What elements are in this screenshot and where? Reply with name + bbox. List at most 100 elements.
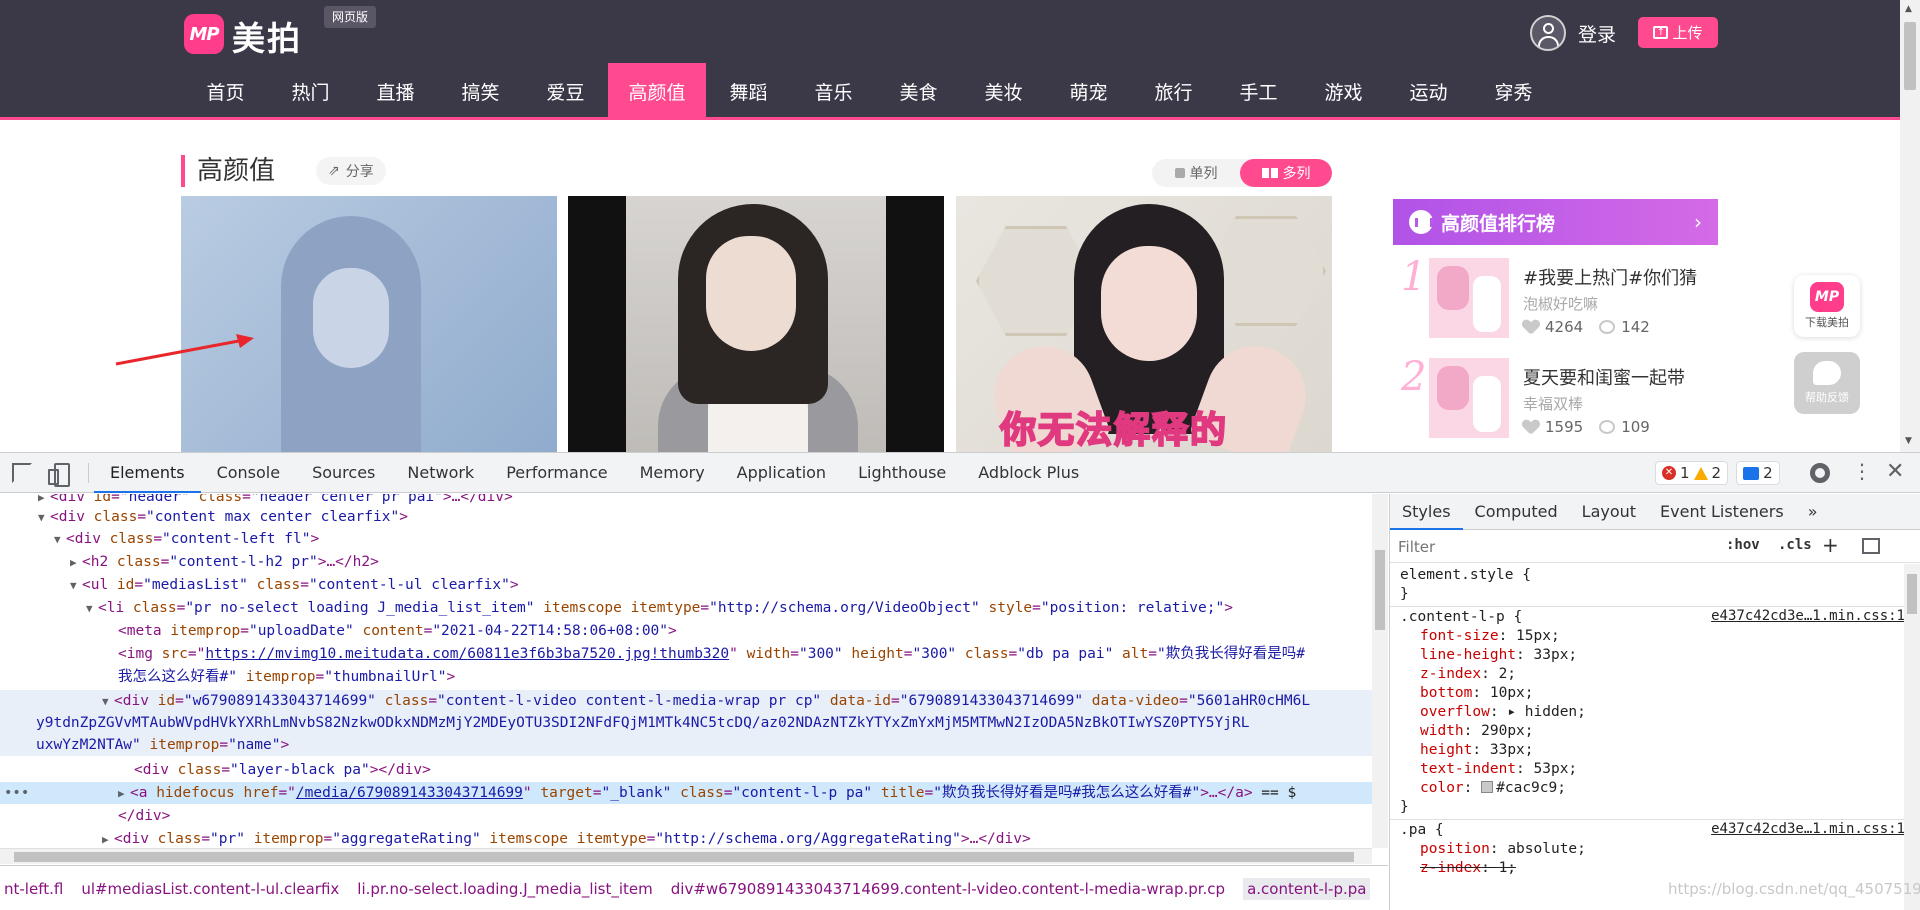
css-declaration[interactable]: text-indent: 53px; (1400, 760, 1577, 779)
dom-node[interactable]: ▼ <li class="pr no-select loading J_media… (0, 597, 1372, 619)
more-tabs-icon[interactable]: » (1796, 494, 1830, 530)
toggle-sidebar-icon[interactable] (1862, 538, 1880, 554)
tab-console[interactable]: Console (201, 453, 297, 493)
multi-column-button[interactable]: 多列 (1240, 159, 1332, 187)
rule-source-link[interactable]: e437c42cd3e…1.min.css:1 (1711, 608, 1905, 624)
dom-link[interactable]: https://mvimg10.meitudata.com/60811e3f6b… (205, 646, 729, 662)
nav-item[interactable]: 首页 (183, 63, 268, 119)
new-rule-icon[interactable]: + (1822, 533, 1839, 557)
nav-item[interactable]: 搞笑 (438, 63, 523, 119)
nav-item[interactable]: 萌宠 (1046, 63, 1131, 119)
dom-node[interactable]: ▼ <div class="content max center clearfix… (0, 506, 1372, 528)
meipai-logo[interactable]: MP (184, 14, 224, 54)
dom-node[interactable]: <img src="https://mvimg10.meitudata.com/… (0, 643, 1372, 665)
more-dots-icon[interactable]: ••• (4, 782, 29, 804)
breadcrumb-item[interactable]: ul#mediasList.content-l-ul.clearfix (81, 880, 339, 898)
login-link[interactable]: 登录 (1578, 20, 1616, 47)
issues-counter[interactable]: ✕ 1 2 2 (1655, 461, 1780, 485)
css-declaration[interactable]: height: 33px; (1400, 741, 1534, 760)
nav-item[interactable]: 运动 (1386, 63, 1471, 119)
dom-horizontal-scrollbar[interactable] (0, 848, 1372, 864)
more-options-icon[interactable]: ⋮ (1852, 461, 1872, 481)
dom-node[interactable]: ▼ <div class="content-left fl"> (0, 528, 1372, 550)
rule-source-link[interactable]: e437c42cd3e…1.min.css:1 (1711, 821, 1905, 837)
share-button[interactable]: ⇗ 分享 (316, 157, 386, 185)
nav-item-active[interactable]: 高颜值 (608, 63, 706, 119)
tab-event-listeners[interactable]: Event Listeners (1648, 494, 1796, 530)
nav-item[interactable]: 直播 (353, 63, 438, 119)
ranking-header[interactable]: 高颜值排行榜 › (1393, 199, 1718, 245)
tab-performance[interactable]: Performance (490, 453, 623, 493)
tab-lighthouse[interactable]: Lighthouse (842, 453, 962, 493)
dom-node[interactable]: ▶ <h2 class="content-l-h2 pr">…</h2> (0, 551, 1372, 573)
issues-badge[interactable]: 2 (1736, 461, 1780, 485)
nav-item[interactable]: 音乐 (791, 63, 876, 119)
upload-button[interactable]: ↑ 上传 (1638, 17, 1718, 48)
ranking-item-author[interactable]: 幸福双棒 (1523, 393, 1583, 414)
ranking-thumbnail[interactable] (1429, 358, 1509, 438)
css-declaration[interactable]: color: #cac9c9; (1400, 779, 1566, 798)
error-warning-badge[interactable]: ✕ 1 2 (1655, 461, 1729, 485)
ranking-thumbnail[interactable] (1429, 258, 1509, 338)
styles-scrollbar[interactable] (1904, 564, 1920, 910)
rule-selector[interactable]: .pa { (1400, 821, 1444, 840)
hover-state-toggle[interactable]: :hov (1726, 537, 1760, 553)
tab-adblock-plus[interactable]: Adblock Plus (962, 453, 1095, 493)
tab-layout[interactable]: Layout (1570, 494, 1648, 530)
nav-item[interactable]: 舞蹈 (706, 63, 791, 119)
breadcrumb-item[interactable]: div#w6790891433043714699.content-l-video… (671, 880, 1225, 898)
page-scrollbar[interactable]: ▲ ▼ (1900, 0, 1920, 452)
single-column-button[interactable]: 单列 (1152, 159, 1240, 187)
element-style-selector[interactable]: element.style { (1400, 566, 1531, 585)
video-thumbnail[interactable]: 你无法解释的 (956, 196, 1332, 452)
dom-node-hovered[interactable]: ▼ <div id="w6790891433043714699" class="c… (0, 690, 1372, 756)
brand-name[interactable]: 美拍 (232, 12, 302, 60)
settings-gear-icon[interactable] (1810, 463, 1830, 483)
breadcrumb-item[interactable]: nt-left.fl (4, 880, 63, 898)
css-declaration[interactable]: position: absolute; (1400, 840, 1586, 859)
scroll-up-icon[interactable]: ▲ (1905, 4, 1912, 14)
nav-item[interactable]: 美食 (876, 63, 961, 119)
close-devtools-icon[interactable]: ✕ (1886, 459, 1904, 484)
css-declaration[interactable]: z-index: 2; (1400, 665, 1516, 684)
dom-node-close[interactable]: </div> (0, 805, 1372, 827)
avatar[interactable] (1530, 15, 1566, 51)
css-declaration[interactable]: font-size: 15px; (1400, 627, 1560, 646)
dom-node[interactable]: <div class="layer-black pa"></div> (0, 759, 1372, 781)
nav-item[interactable]: 手工 (1216, 63, 1301, 119)
tab-application[interactable]: Application (721, 453, 842, 493)
inspect-element-icon[interactable] (12, 463, 32, 483)
device-toolbar-icon[interactable] (48, 463, 70, 487)
css-declaration[interactable]: bottom: 10px; (1400, 684, 1534, 703)
ranking-item[interactable]: 1 #我要上热门#你们猜 泡椒好吃嘛 4264 142 (1393, 252, 1718, 348)
nav-item[interactable]: 爱豆 (523, 63, 608, 119)
nav-item[interactable]: 穿秀 (1471, 63, 1556, 119)
download-app-button[interactable]: MP 下载美拍 (1794, 275, 1860, 337)
video-thumbnail[interactable] (181, 196, 557, 452)
help-feedback-button[interactable]: 帮助反馈 (1794, 352, 1860, 414)
dom-node-continuation[interactable]: 我怎么这么好看#" itemprop="thumbnailUrl"> (0, 666, 1372, 688)
dom-node[interactable]: ▶ <div class="pr" itemprop="aggregateRati… (0, 828, 1372, 848)
css-declaration-overridden[interactable]: z-index: 1; (1400, 859, 1516, 878)
dom-link[interactable]: /media/6790891433043714699 (296, 785, 523, 801)
nav-item[interactable]: 美妆 (961, 63, 1046, 119)
ranking-item[interactable]: 2 夏天要和闺蜜一起带 幸福双棒 1595 109 (1393, 352, 1718, 448)
breadcrumb-item-current[interactable]: a.content-l-p.pa (1243, 877, 1371, 900)
tab-elements[interactable]: Elements (94, 453, 201, 493)
dom-vertical-scrollbar[interactable] (1372, 494, 1388, 848)
css-declaration[interactable]: line-height: 33px; (1400, 646, 1577, 665)
css-declaration[interactable]: overflow: ▸ hidden; (1400, 703, 1586, 722)
dom-node[interactable]: <meta itemprop="uploadDate" content="202… (0, 620, 1372, 642)
color-swatch[interactable] (1481, 781, 1494, 793)
nav-item[interactable]: 游戏 (1301, 63, 1386, 119)
css-declaration[interactable]: width: 290px; (1400, 722, 1534, 741)
dom-node[interactable]: ▼ <ul id="mediasList" class="content-l-ul… (0, 574, 1372, 596)
tab-memory[interactable]: Memory (624, 453, 721, 493)
tab-styles[interactable]: Styles (1390, 494, 1463, 530)
tab-network[interactable]: Network (391, 453, 490, 493)
styles-filter-input[interactable] (1398, 535, 1718, 559)
dom-node-selected[interactable]: ••• ▶ <a hidefocus href="/media/6790891433… (0, 782, 1372, 804)
nav-item[interactable]: 旅行 (1131, 63, 1216, 119)
rule-selector[interactable]: .content-l-p { (1400, 608, 1522, 627)
ranking-item-title[interactable]: 夏天要和闺蜜一起带 (1523, 364, 1685, 390)
